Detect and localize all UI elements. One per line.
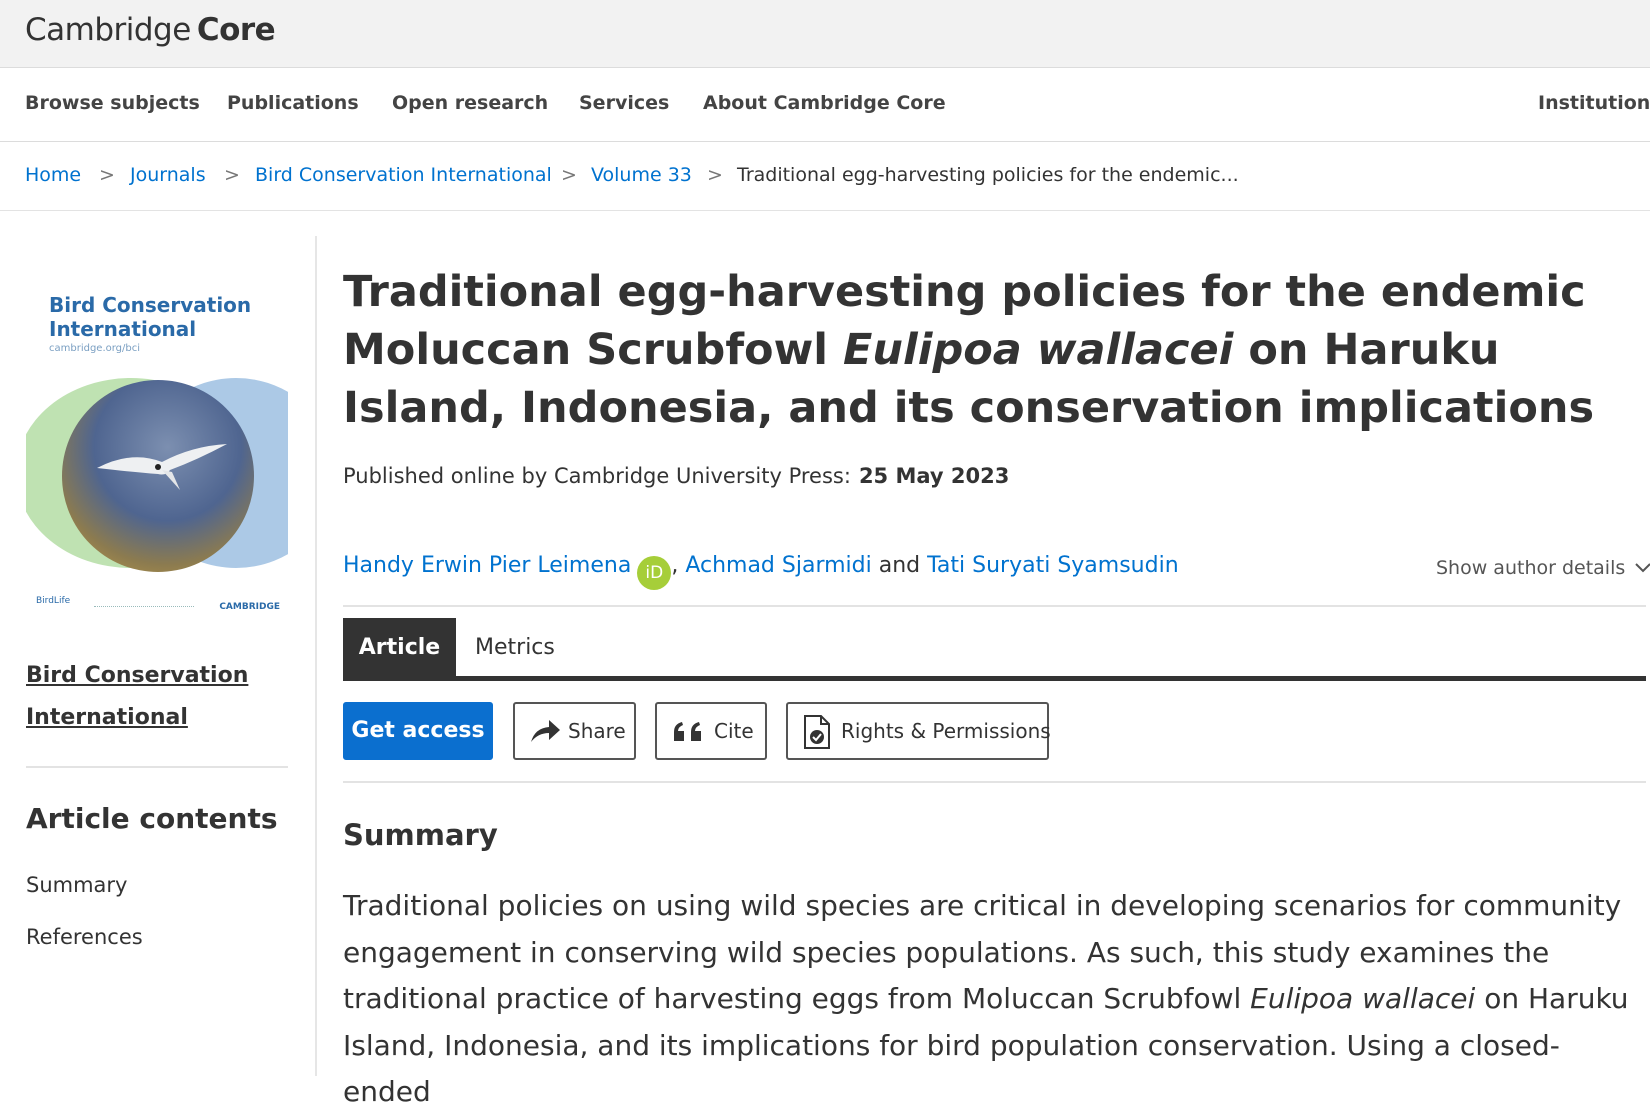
tab-underline <box>343 676 1646 681</box>
breadcrumb-journal[interactable]: Bird Conservation International <box>255 164 552 186</box>
contents-link-summary[interactable]: Summary <box>26 873 127 897</box>
cover-publisher-logos: BirdLife CAMBRIDGE <box>34 596 284 618</box>
published-date: 25 May 2023 <box>858 464 1010 488</box>
contents-link-references[interactable]: References <box>26 925 143 949</box>
rights-permissions-button[interactable]: Rights & Permissions <box>786 702 1051 760</box>
article-title: Traditional egg-harvesting policies for … <box>343 267 1595 433</box>
nav-institution-login[interactable]: Institution l <box>1538 92 1650 114</box>
breadcrumb-volume[interactable]: Volume 33 <box>591 164 692 186</box>
nav-services[interactable]: Services <box>579 92 669 114</box>
breadcrumb-home[interactable]: Home <box>25 164 81 186</box>
summary-text: Traditional policies on using wild speci… <box>343 889 1629 1108</box>
summary-heading: Summary <box>343 818 498 852</box>
document-check-icon <box>804 715 830 749</box>
breadcrumb-journals[interactable]: Journals <box>130 164 206 186</box>
show-author-details-toggle[interactable]: Show author details <box>1436 557 1650 579</box>
orcid-icon[interactable]: iD <box>637 556 672 590</box>
breadcrumb: Home > Journals > Bird Conservation Inte… <box>0 142 1650 211</box>
quote-icon <box>674 722 701 741</box>
divider <box>343 605 1646 607</box>
cup-logo: CAMBRIDGE <box>219 602 280 612</box>
sidebar-journal-link[interactable]: Bird Conservation International <box>26 655 296 739</box>
journal-cover-image[interactable]: Bird Conservation International cambridge… <box>26 278 288 630</box>
cambridge-core-logo[interactable]: Cambridge Core <box>25 12 276 48</box>
share-button[interactable]: Share <box>513 702 636 760</box>
breadcrumb-separator: > <box>99 164 115 186</box>
tab-article[interactable]: Article <box>343 618 456 678</box>
nav-browse-subjects[interactable]: Browse subjects <box>25 92 200 114</box>
cite-button[interactable]: Cite <box>655 702 767 760</box>
author-list: Handy Erwin Pier Leimena iD, Achmad Sjarm… <box>343 553 1179 590</box>
cover-journal-title: Bird Conservation International <box>49 293 252 341</box>
cover-url: cambridge.org/bci <box>49 343 141 354</box>
breadcrumb-current: Traditional egg-harvesting policies for … <box>737 164 1239 186</box>
breadcrumb-separator: > <box>707 164 723 186</box>
tern-icon <box>97 444 227 490</box>
get-access-button[interactable]: Get access <box>343 702 493 760</box>
breadcrumb-separator: > <box>561 164 577 186</box>
share-arrow-icon <box>531 720 560 742</box>
chevron-down-icon <box>1635 563 1650 573</box>
main-navigation: Browse subjects Publications Open resear… <box>0 68 1650 142</box>
nav-about-cambridge-core[interactable]: About Cambridge Core <box>703 92 946 114</box>
published-info: Published online by Cambridge University… <box>343 464 1010 488</box>
author-link[interactable]: Tati Suryati Syamsudin <box>927 553 1179 578</box>
birdlife-logo: BirdLife <box>36 596 71 606</box>
cover-bird-photo <box>62 380 254 572</box>
nav-open-research[interactable]: Open research <box>392 92 548 114</box>
sidebar-divider <box>315 236 317 1076</box>
author-link[interactable]: Achmad Sjarmidi <box>685 553 871 578</box>
divider <box>343 781 1646 783</box>
article-contents-heading: Article contents <box>26 802 278 835</box>
tab-metrics[interactable]: Metrics <box>475 618 555 678</box>
breadcrumb-separator: > <box>224 164 240 186</box>
nav-publications[interactable]: Publications <box>227 92 359 114</box>
author-link[interactable]: Handy Erwin Pier Leimena <box>343 553 631 578</box>
sidebar-separator <box>26 766 288 768</box>
top-header: Cambridge Core <box>0 0 1650 68</box>
